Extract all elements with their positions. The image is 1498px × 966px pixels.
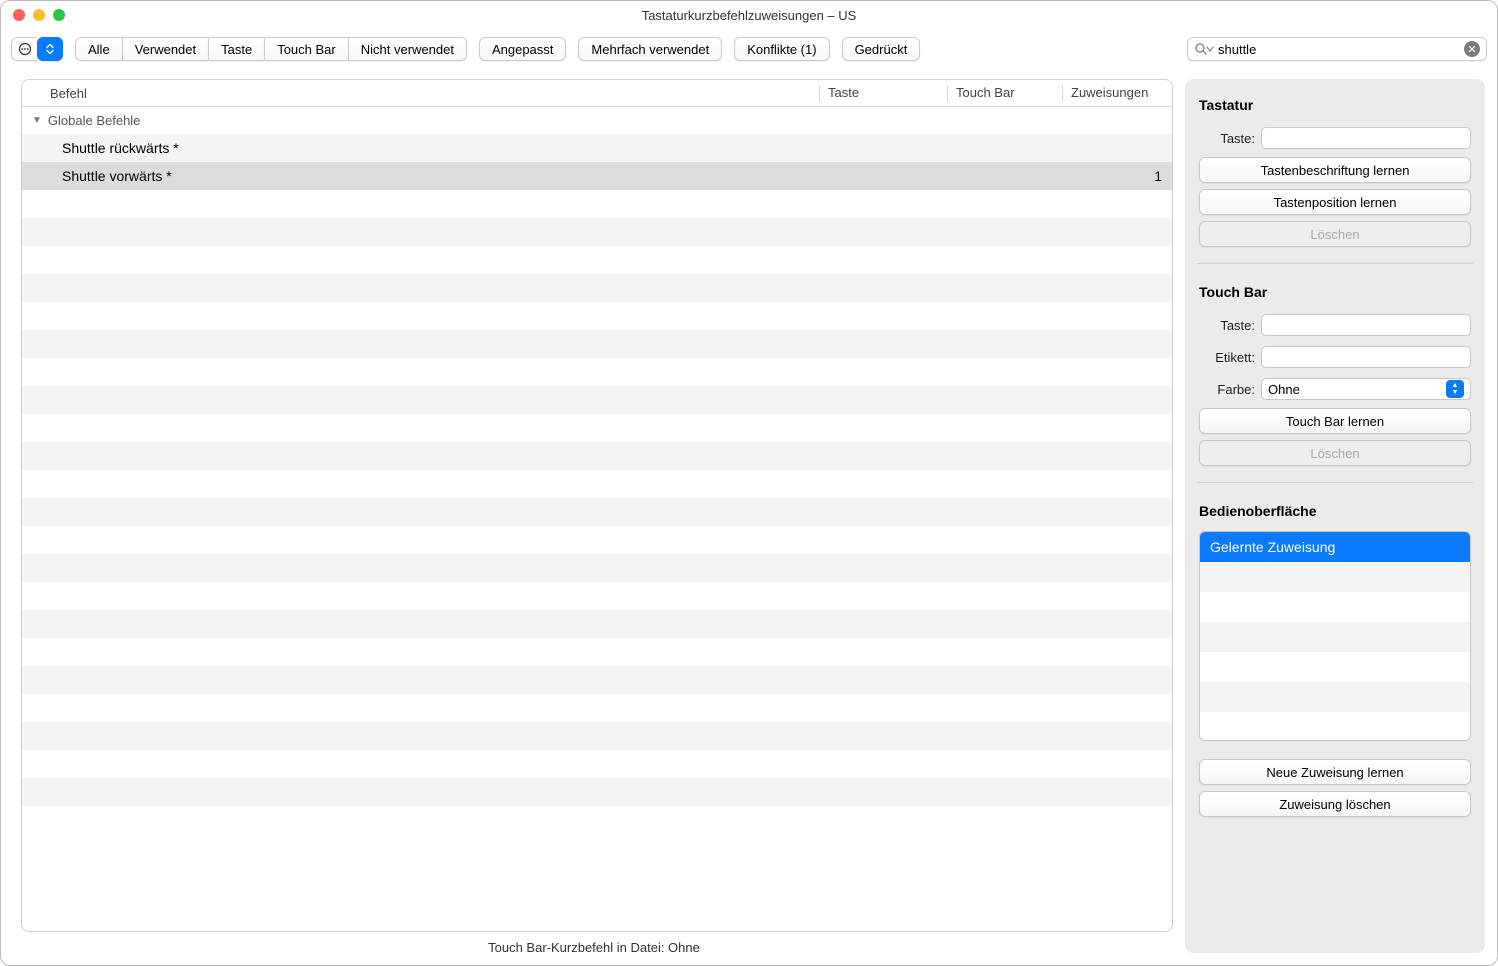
list-item[interactable] [1200, 712, 1470, 741]
group-row[interactable]: ▼ Globale Befehle [22, 107, 1172, 134]
filter-touchbar[interactable]: Touch Bar [264, 37, 348, 61]
touchbar-delete-button: Löschen [1199, 440, 1471, 466]
learn-touchbar-button[interactable]: Touch Bar lernen [1199, 408, 1471, 434]
col-touchbar[interactable]: Touch Bar [947, 85, 1062, 101]
learn-key-label-button[interactable]: Tastenbeschriftung lernen [1199, 157, 1471, 183]
divider [1197, 263, 1473, 264]
select-chevron-icon: ▲▼ [1446, 380, 1464, 398]
filter-used[interactable]: Verwendet [122, 37, 208, 61]
filter-unused[interactable]: Nicht verwendet [348, 37, 467, 61]
traffic-lights [13, 9, 65, 21]
list-item[interactable] [1200, 652, 1470, 682]
minimize-icon[interactable] [33, 9, 45, 21]
keyboard-delete-button: Löschen [1199, 221, 1471, 247]
touchbar-etikett-input[interactable] [1261, 346, 1471, 368]
cell-assignments: 1 [1067, 168, 1172, 184]
filter-segmented: Alle Verwendet Taste Touch Bar Nicht ver… [75, 37, 467, 61]
keyboard-key-label: Taste: [1199, 131, 1255, 146]
section-keyboard-title: Tastatur [1199, 97, 1471, 113]
disclosure-icon[interactable]: ▼ [32, 115, 42, 126]
cell-command: Shuttle vorwärts * [62, 168, 1067, 184]
list-item-label: Gelernte Zuweisung [1210, 539, 1335, 555]
table-header: Befehl Taste Touch Bar Zuweisungen [22, 80, 1172, 107]
empty-rows [22, 190, 1172, 806]
conflicts-button[interactable]: Konflikte (1) [734, 37, 829, 61]
more-icon[interactable] [11, 37, 37, 61]
touchbar-key-row: Taste: [1199, 314, 1471, 336]
divider [1197, 482, 1473, 483]
touchbar-color-row: Farbe: Ohne ▲▼ [1199, 378, 1471, 400]
col-command[interactable]: Befehl [42, 86, 819, 101]
cell-command: Shuttle rückwärts * [62, 140, 1067, 156]
chevron-down-icon[interactable] [1206, 45, 1214, 53]
touchbar-etikett-row: Etikett: [1199, 346, 1471, 368]
filter-key[interactable]: Taste [208, 37, 264, 61]
inspector-panel: Tastatur Taste: Tastenbeschriftung lerne… [1185, 79, 1485, 953]
pressed-button[interactable]: Gedrückt [842, 37, 921, 61]
touchbar-key-label: Taste: [1199, 318, 1255, 333]
delete-assignment-button[interactable]: Zuweisung löschen [1199, 791, 1471, 817]
search-input[interactable] [1218, 42, 1464, 57]
list-item[interactable] [1200, 562, 1470, 592]
keyboard-key-input[interactable] [1261, 127, 1471, 149]
list-item[interactable] [1200, 682, 1470, 712]
col-key[interactable]: Taste [819, 85, 947, 101]
body: Befehl Taste Touch Bar Zuweisungen ▼ Glo… [1, 79, 1497, 965]
window: Tastaturkurzbefehlzuweisungen – US Alle … [0, 0, 1498, 966]
footer-status: Touch Bar-Kurzbefehl in Datei: Ohne [9, 932, 1179, 965]
keyboard-key-row: Taste: [1199, 127, 1471, 149]
surface-listbox[interactable]: Gelernte Zuweisung [1199, 531, 1471, 741]
list-item[interactable] [1200, 622, 1470, 652]
list-item[interactable]: Gelernte Zuweisung [1200, 532, 1470, 562]
main-area: Befehl Taste Touch Bar Zuweisungen ▼ Glo… [1, 79, 1179, 965]
filter-all[interactable]: Alle [75, 37, 122, 61]
table-row[interactable]: Shuttle vorwärts * 1 [22, 162, 1172, 190]
search-field[interactable]: ✕ [1187, 37, 1487, 61]
title-bar: Tastaturkurzbefehlzuweisungen – US [1, 1, 1497, 29]
group-label: Globale Befehle [48, 113, 141, 128]
customized-button[interactable]: Angepasst [479, 37, 566, 61]
close-icon[interactable] [13, 9, 25, 21]
touchbar-etikett-label: Etikett: [1199, 350, 1255, 365]
zoom-icon[interactable] [53, 9, 65, 21]
touchbar-color-select[interactable]: Ohne ▲▼ [1261, 378, 1471, 400]
table-row[interactable]: Shuttle rückwärts * [22, 134, 1172, 162]
touchbar-key-input[interactable] [1261, 314, 1471, 336]
touchbar-color-value: Ohne [1268, 382, 1300, 397]
learn-assignment-button[interactable]: Neue Zuweisung lernen [1199, 759, 1471, 785]
touchbar-color-label: Farbe: [1199, 382, 1255, 397]
list-item[interactable] [1200, 592, 1470, 622]
section-touchbar-title: Touch Bar [1199, 284, 1471, 300]
table-body[interactable]: ▼ Globale Befehle Shuttle rückwärts * Sh… [22, 107, 1172, 931]
toolbar: Alle Verwendet Taste Touch Bar Nicht ver… [1, 29, 1497, 79]
options-group [11, 37, 63, 61]
learn-key-position-button[interactable]: Tastenposition lernen [1199, 189, 1471, 215]
multi-used-button[interactable]: Mehrfach verwendet [578, 37, 722, 61]
dropdown-toggle-icon[interactable] [37, 37, 63, 61]
section-surface-title: Bedienoberfläche [1199, 503, 1471, 519]
clear-search-icon[interactable]: ✕ [1464, 41, 1480, 57]
command-table: Befehl Taste Touch Bar Zuweisungen ▼ Glo… [21, 79, 1173, 932]
col-assignments[interactable]: Zuweisungen [1062, 85, 1172, 101]
window-title: Tastaturkurzbefehlzuweisungen – US [642, 8, 857, 23]
